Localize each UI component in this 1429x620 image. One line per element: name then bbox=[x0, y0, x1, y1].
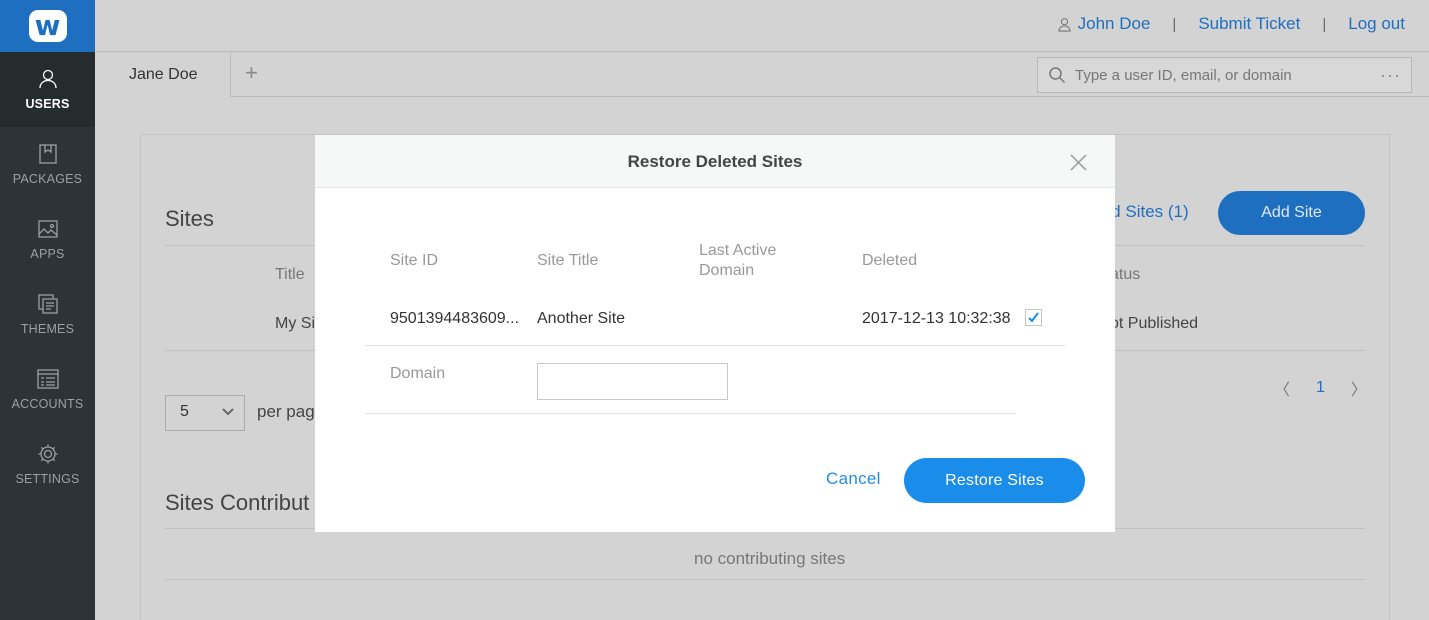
search-icon bbox=[1049, 67, 1066, 84]
sidebar-item-label: SETTINGS bbox=[15, 472, 80, 486]
page-number[interactable]: 1 bbox=[1316, 379, 1325, 397]
search-box: ··· bbox=[1037, 57, 1412, 93]
separator: | bbox=[1322, 15, 1327, 33]
top-bar: John Doe | Submit Ticket | Log out bbox=[95, 0, 1429, 52]
divider bbox=[165, 579, 1365, 580]
user-icon bbox=[1057, 17, 1071, 32]
column-header-deleted: Deleted bbox=[862, 252, 918, 269]
column-header-title: Title bbox=[275, 266, 305, 283]
accounts-icon bbox=[36, 369, 59, 389]
sidebar-item-label: PACKAGES bbox=[12, 172, 83, 186]
next-page-button[interactable]: 〉 bbox=[1351, 376, 1367, 400]
deleted-date-cell: 2017-12-13 10:32:38 bbox=[862, 310, 1011, 327]
restore-sites-button[interactable]: Restore Sites bbox=[904, 458, 1085, 503]
prev-page-button[interactable]: 〈 bbox=[1274, 376, 1290, 400]
submit-ticket-link[interactable]: Submit Ticket bbox=[1198, 14, 1300, 34]
modal-header: Restore Deleted Sites bbox=[315, 135, 1115, 188]
sidebar-item-label: ACCOUNTS bbox=[11, 397, 84, 411]
tab-divider bbox=[231, 96, 1429, 97]
modal-title: Restore Deleted Sites bbox=[627, 152, 803, 171]
column-header-site-id: Site ID bbox=[390, 252, 439, 269]
per-page-value: 5 bbox=[180, 403, 189, 420]
column-header-line: Domain bbox=[699, 262, 755, 279]
restore-deleted-sites-modal: Restore Deleted Sites Site ID Site Title… bbox=[315, 135, 1115, 532]
more-options-icon[interactable]: ··· bbox=[1380, 65, 1401, 86]
logo[interactable]: w bbox=[0, 0, 95, 52]
cancel-button[interactable]: Cancel bbox=[826, 469, 881, 489]
sidebar-item-label: APPS bbox=[30, 247, 65, 261]
search-input[interactable] bbox=[1075, 66, 1381, 84]
tab-jane-doe[interactable]: Jane Doe bbox=[95, 52, 231, 97]
sidebar-item-accounts[interactable]: ACCOUNTS bbox=[0, 352, 95, 427]
divider bbox=[365, 413, 1016, 414]
user-name: John Doe bbox=[1077, 14, 1151, 33]
add-tab-button[interactable]: + bbox=[245, 60, 258, 86]
sidebar-item-settings[interactable]: SETTINGS bbox=[0, 427, 95, 502]
gear-icon bbox=[38, 444, 57, 464]
image-icon bbox=[37, 220, 58, 238]
user-icon bbox=[38, 69, 57, 89]
site-status-cell: ot Published bbox=[1110, 315, 1199, 332]
sidebar-item-users[interactable]: USERS bbox=[0, 52, 95, 127]
sidebar-item-label: USERS bbox=[25, 97, 70, 111]
user-menu-link[interactable]: John Doe bbox=[1057, 14, 1151, 34]
empty-state-text: no contributing sites bbox=[694, 549, 846, 568]
contributing-sites-heading: Sites Contribut bbox=[165, 490, 310, 515]
column-header-last-active-domain: Last Active Domain bbox=[699, 241, 776, 281]
sidebar-item-themes[interactable]: THEMES bbox=[0, 277, 95, 352]
domain-input[interactable] bbox=[537, 363, 728, 400]
site-id-cell: 9501394483609... bbox=[390, 310, 520, 327]
sidebar-item-label: THEMES bbox=[20, 322, 75, 336]
per-page-select[interactable]: 5 bbox=[165, 395, 245, 431]
site-select-checkbox[interactable] bbox=[1025, 309, 1042, 326]
column-header-site-title: Site Title bbox=[537, 252, 599, 269]
domain-label: Domain bbox=[390, 365, 446, 382]
top-links: John Doe | Submit Ticket | Log out bbox=[1057, 14, 1405, 34]
package-icon bbox=[38, 144, 57, 164]
sidebar-item-apps[interactable]: APPS bbox=[0, 202, 95, 277]
site-title-cell[interactable]: My Sit bbox=[275, 315, 319, 333]
column-header-line: Last Active bbox=[699, 242, 777, 259]
sidebar: w USERS PACKAGES APPS THEMES ACCOUNTS SE… bbox=[0, 0, 95, 620]
log-out-link[interactable]: Log out bbox=[1348, 14, 1405, 34]
pagination: 〈 1 〉 bbox=[1274, 376, 1367, 400]
site-title-cell: Another Site bbox=[537, 310, 626, 327]
chevron-down-icon bbox=[222, 408, 234, 416]
theme-icon bbox=[37, 294, 58, 314]
weebly-logo-icon: w bbox=[28, 10, 67, 42]
add-site-button[interactable]: Add Site bbox=[1218, 191, 1365, 235]
close-icon[interactable] bbox=[1070, 154, 1087, 171]
sites-heading: Sites bbox=[165, 206, 214, 231]
sidebar-item-packages[interactable]: PACKAGES bbox=[0, 127, 95, 202]
separator: | bbox=[1172, 15, 1177, 33]
divider bbox=[365, 345, 1065, 346]
tabs-bar: Jane Doe + ··· bbox=[95, 52, 1429, 97]
check-icon bbox=[1028, 312, 1039, 323]
per-page-label: per pag bbox=[257, 402, 315, 421]
